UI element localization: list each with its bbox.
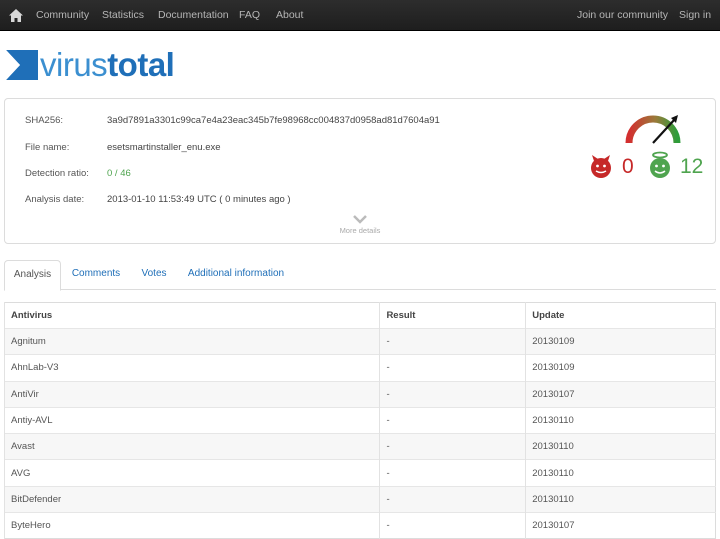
antivirus-name: AVG — [3, 459, 380, 487]
antivirus-name: Avast — [3, 433, 380, 460]
malicious-votes-count: 0 — [622, 155, 634, 178]
sha256-label: SHA256: — [25, 115, 64, 126]
header-update[interactable]: Update — [525, 302, 716, 329]
nav-faq[interactable]: FAQ — [239, 9, 260, 21]
table-row: AntiVir - 20130107 — [3, 380, 716, 408]
more-details-toggle[interactable]: More details — [325, 215, 395, 235]
antivirus-results-table: Antivirus Result Update Agnitum - 201301… — [3, 302, 716, 539]
detection-ratio-label: Detection ratio: — [25, 168, 89, 179]
update-date: 20130107 — [525, 512, 716, 539]
virustotal-logo[interactable]: virustotal — [6, 46, 226, 84]
logo-word-total: total — [107, 46, 175, 83]
nav-documentation[interactable]: Documentation — [158, 9, 229, 21]
logo-wordmark: virustotal — [40, 46, 175, 84]
nav-statistics[interactable]: Statistics — [102, 9, 144, 21]
antivirus-name: Antiy-AVL — [3, 406, 380, 434]
logo-mark-icon — [6, 50, 38, 80]
table-header-row: Antivirus Result Update — [3, 302, 716, 329]
detection-ratio-value: 0 / 46 — [107, 168, 131, 179]
table-row: Avast - 20130110 — [3, 433, 716, 460]
update-date: 20130110 — [525, 433, 716, 460]
nav-sign-in[interactable]: Sign in — [679, 9, 711, 21]
scan-result: - — [379, 433, 526, 460]
antivirus-name: Agnitum — [3, 327, 380, 355]
tab-additional-information[interactable]: Additional information — [184, 260, 288, 290]
update-date: 20130110 — [525, 406, 716, 434]
update-date: 20130110 — [525, 485, 716, 513]
harmless-angel-icon — [650, 151, 670, 178]
scan-result: - — [379, 512, 526, 539]
table-row: AVG - 20130110 — [3, 459, 716, 487]
analysis-date-label: Analysis date: — [25, 194, 85, 205]
header-result[interactable]: Result — [379, 302, 526, 329]
table-row: Agnitum - 20130109 — [3, 327, 716, 355]
scan-result: - — [379, 459, 526, 487]
more-details-label: More details — [339, 226, 381, 235]
antivirus-name: ByteHero — [3, 512, 380, 539]
community-score-gauge-icon — [625, 115, 681, 144]
chevron-down-icon — [353, 215, 367, 224]
scan-result: - — [379, 485, 526, 513]
malicious-devil-icon — [591, 155, 611, 178]
nav-join-community[interactable]: Join our community — [577, 9, 668, 21]
top-navbar: Community Statistics Documentation FAQ A… — [0, 0, 720, 31]
filename-label: File name: — [25, 142, 70, 153]
scan-result: - — [379, 406, 526, 434]
update-date: 20130110 — [525, 459, 716, 487]
update-date: 20130109 — [525, 354, 716, 382]
nav-about[interactable]: About — [276, 9, 303, 21]
sha256-value: 3a9d7891a3301c99ca7e4a23eac345b7fe98968c… — [107, 115, 440, 126]
table-row: BitDefender - 20130110 — [3, 485, 716, 513]
antivirus-name: BitDefender — [3, 485, 380, 513]
scan-result: - — [379, 327, 526, 355]
table-row: AhnLab-V3 - 20130109 — [3, 354, 716, 382]
home-icon[interactable] — [9, 9, 23, 22]
harmless-votes-count: 12 — [680, 155, 704, 178]
tab-analysis[interactable]: Analysis — [4, 260, 61, 291]
logo-word-virus: virus — [40, 46, 108, 83]
update-date: 20130107 — [525, 380, 716, 408]
scan-result: - — [379, 380, 526, 408]
result-tabs: Analysis Comments Votes Additional infor… — [4, 260, 716, 291]
analysis-date-value: 2013-01-10 11:53:49 UTC ( 0 minutes ago … — [107, 194, 291, 205]
table-row: Antiy-AVL - 20130110 — [3, 406, 716, 434]
nav-community[interactable]: Community — [36, 9, 89, 21]
table-row: ByteHero - 20130107 — [3, 512, 716, 539]
antivirus-name: AntiVir — [3, 380, 380, 408]
header-antivirus[interactable]: Antivirus — [3, 302, 380, 329]
file-summary-panel: SHA256: 3a9d7891a3301c99ca7e4a23eac345b7… — [4, 98, 716, 244]
tab-comments[interactable]: Comments — [64, 260, 128, 290]
update-date: 20130109 — [525, 327, 716, 355]
tab-votes[interactable]: Votes — [132, 260, 176, 290]
scan-result: - — [379, 354, 526, 382]
filename-value: esetsmartinstaller_enu.exe — [107, 142, 221, 153]
antivirus-name: AhnLab-V3 — [3, 354, 380, 382]
